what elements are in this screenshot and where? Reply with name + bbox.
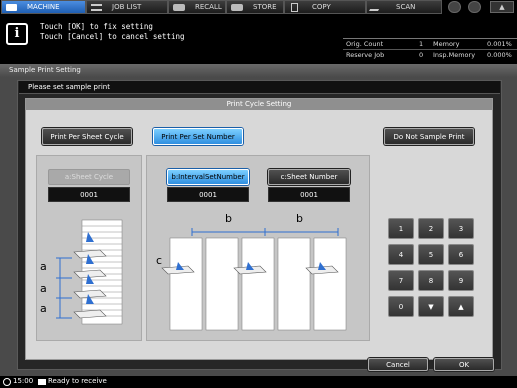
tab-machine[interactable]: MACHINE bbox=[1, 0, 86, 14]
machine-icon bbox=[6, 3, 17, 11]
tab-scan[interactable]: SCAN bbox=[366, 0, 442, 14]
tab-store[interactable]: STORE bbox=[226, 0, 284, 14]
diagram-label-c: c bbox=[156, 254, 163, 267]
sheet-cycle-button[interactable]: a:Sheet Cycle bbox=[48, 169, 130, 185]
tab-scan-label: SCAN bbox=[396, 3, 416, 11]
status-time: 15:00 bbox=[13, 377, 34, 385]
keypad-key-0[interactable]: 0 bbox=[388, 296, 414, 317]
diagram-label-b-1: b bbox=[225, 212, 232, 225]
tab-machine-label: MACHINE bbox=[27, 3, 60, 11]
insp-memory-value: 0.000% bbox=[487, 51, 512, 59]
section-title: Print Cycle Setting bbox=[26, 99, 492, 110]
tab-job-list-label: JOB LIST bbox=[112, 3, 142, 11]
print-per-sheet-cycle-button[interactable]: Print Per Sheet Cycle bbox=[42, 128, 132, 145]
keypad-key-1[interactable]: 1 bbox=[388, 218, 414, 239]
prompt-text: Please set sample print bbox=[28, 83, 110, 91]
print-per-set-number-button[interactable]: Print Per Set Number bbox=[153, 128, 243, 145]
printer-icon bbox=[38, 379, 46, 385]
job-list-icon bbox=[91, 3, 102, 11]
cancel-button[interactable]: Cancel bbox=[368, 358, 428, 371]
scroll-up-icon[interactable]: ▲ bbox=[490, 1, 514, 13]
reserve-job-label: Reserve Job bbox=[346, 51, 385, 59]
set-number-diagram bbox=[161, 228, 347, 331]
copy-icon bbox=[291, 2, 298, 12]
store-icon bbox=[231, 3, 243, 11]
sheet-number-value: 0001 bbox=[268, 187, 350, 202]
tab-copy[interactable]: COPY bbox=[284, 0, 366, 14]
interval-set-number-value: 0001 bbox=[167, 187, 249, 202]
keypad-key-8[interactable]: 8 bbox=[418, 270, 444, 291]
status-text: Ready to receive bbox=[48, 377, 107, 385]
counter-divider bbox=[343, 49, 517, 50]
diagram-label-b-2: b bbox=[296, 212, 303, 225]
info-icon: i bbox=[6, 23, 28, 45]
sheet-cycle-diagram bbox=[56, 219, 123, 325]
interval-set-number-button[interactable]: b:IntervalSetNumber bbox=[167, 169, 249, 185]
tab-job-list[interactable]: JOB LIST bbox=[86, 0, 168, 14]
utility-icon[interactable] bbox=[448, 1, 461, 13]
keypad-key-5[interactable]: 5 bbox=[418, 244, 444, 265]
keypad-down-button[interactable]: ▼ bbox=[418, 296, 444, 317]
message-line-1: Touch [OK] to fix setting bbox=[40, 22, 153, 31]
diagram-label-a-2: a bbox=[40, 282, 47, 295]
diagram-label-a-1: a bbox=[40, 260, 47, 273]
recall-icon bbox=[173, 3, 185, 11]
diagram-label-a-3: a bbox=[40, 302, 47, 315]
keypad-key-9[interactable]: 9 bbox=[448, 270, 474, 291]
keypad-key-4[interactable]: 4 bbox=[388, 244, 414, 265]
keypad-key-2[interactable]: 2 bbox=[418, 218, 444, 239]
ok-button[interactable]: OK bbox=[434, 358, 494, 371]
keypad-key-3[interactable]: 3 bbox=[448, 218, 474, 239]
insp-memory-label: Insp.Memory bbox=[433, 51, 476, 59]
tab-recall[interactable]: RECALL bbox=[168, 0, 226, 14]
window-title: Sample Print Setting bbox=[0, 64, 517, 77]
sheet-cycle-value: 0001 bbox=[48, 187, 130, 202]
help-icon[interactable] bbox=[468, 1, 481, 13]
keypad-key-6[interactable]: 6 bbox=[448, 244, 474, 265]
keypad-key-7[interactable]: 7 bbox=[388, 270, 414, 291]
scan-icon bbox=[368, 3, 383, 11]
keypad-up-button[interactable]: ▲ bbox=[448, 296, 474, 317]
status-bar: 15:00 Ready to receive bbox=[0, 376, 517, 388]
clock-icon bbox=[3, 378, 11, 386]
do-not-sample-print-button[interactable]: Do Not Sample Print bbox=[384, 128, 474, 145]
reserve-job-value: 0 bbox=[419, 51, 424, 59]
tab-store-label: STORE bbox=[253, 3, 277, 11]
tab-recall-label: RECALL bbox=[195, 3, 222, 11]
message-line-2: Touch [Cancel] to cancel setting bbox=[40, 32, 185, 41]
tab-copy-label: COPY bbox=[312, 3, 331, 11]
sheet-number-button[interactable]: c:Sheet Number bbox=[268, 169, 350, 185]
